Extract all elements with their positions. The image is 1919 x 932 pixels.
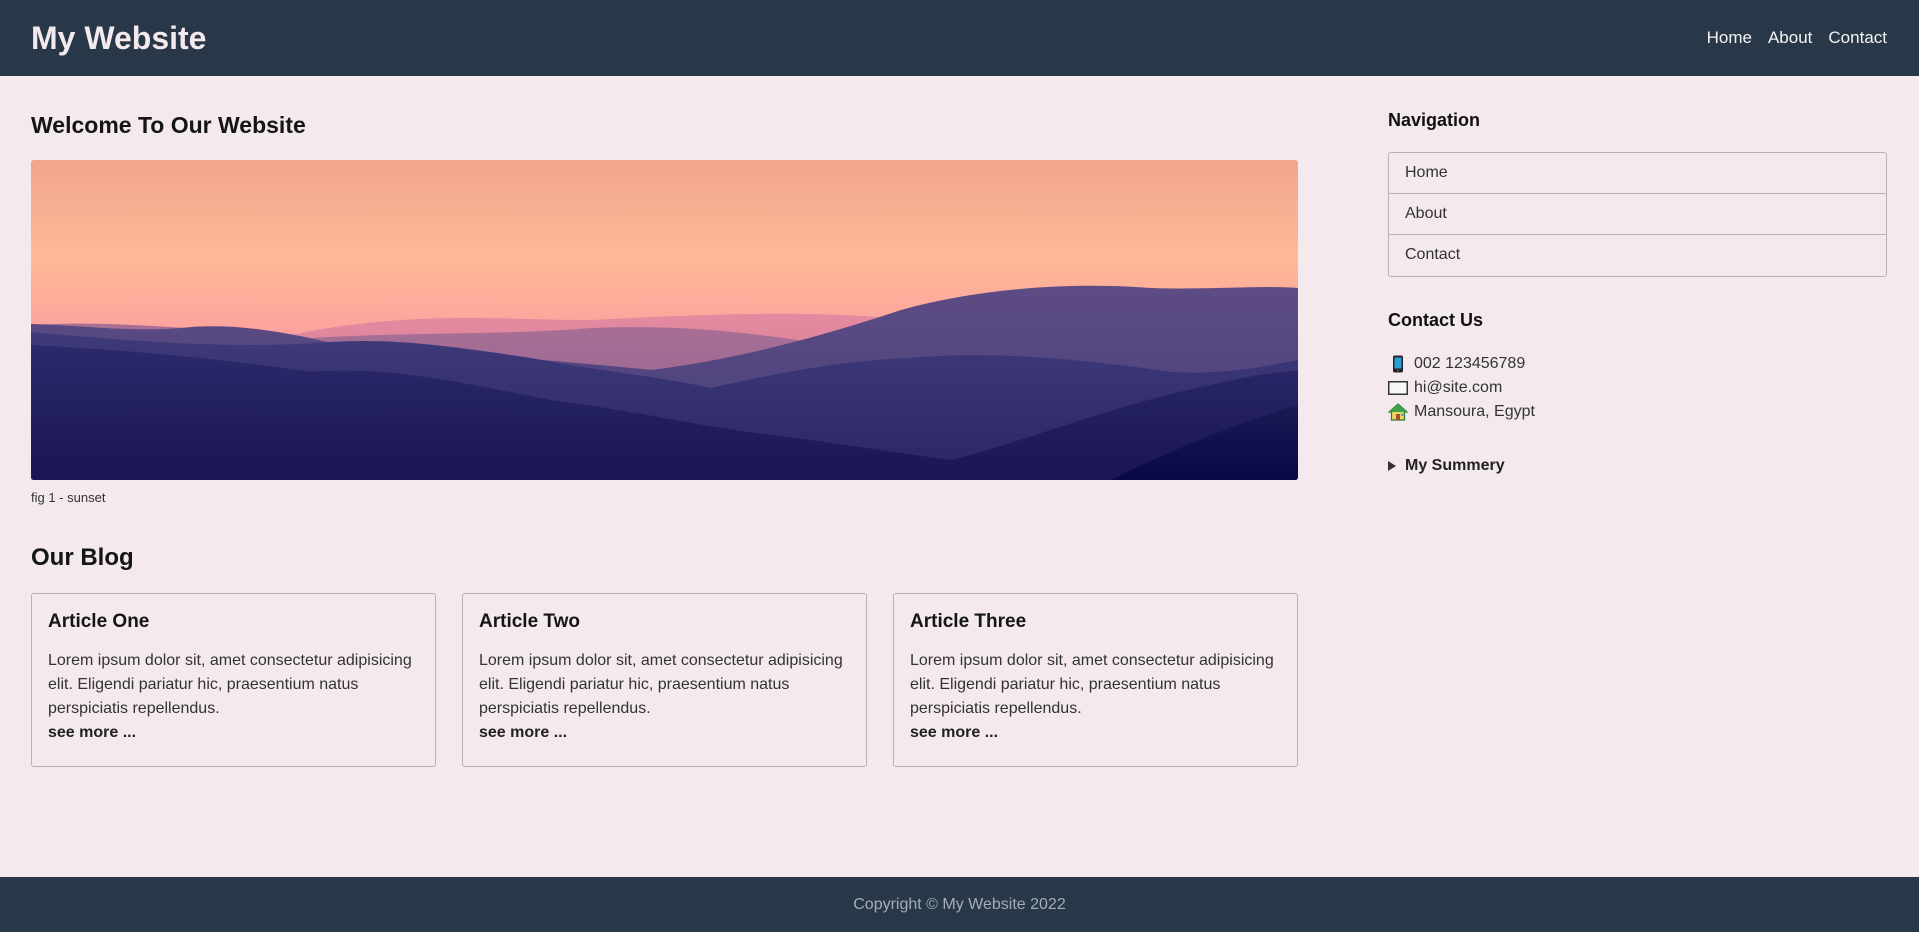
contact-list: 002 123456789 hi@site.com Mansoura, Egyp… xyxy=(1388,352,1535,424)
phone-icon xyxy=(1388,355,1408,373)
blog-title: Our Blog xyxy=(31,544,134,571)
blog-cards: Article One Lorem ipsum dolor sit, amet … xyxy=(31,593,1298,767)
top-nav-home[interactable]: Home xyxy=(1707,28,1752,48)
see-more-link[interactable]: see more ... xyxy=(910,721,1281,745)
sidebar-nav: Home About Contact xyxy=(1388,152,1887,277)
hero-image xyxy=(31,160,1298,480)
sidebar-nav-home[interactable]: Home xyxy=(1389,153,1886,194)
contact-email-text: hi@site.com xyxy=(1414,379,1503,396)
summary-toggle[interactable]: My Summery xyxy=(1388,457,1505,475)
copyright-text: Copyright © My Website 2022 xyxy=(853,895,1066,913)
disclosure-triangle-icon xyxy=(1388,461,1396,471)
top-nav-about[interactable]: About xyxy=(1768,28,1812,48)
contact-email: hi@site.com xyxy=(1388,376,1535,400)
house-icon xyxy=(1388,403,1408,421)
contact-phone-text: 002 123456789 xyxy=(1414,355,1526,372)
sidebar-nav-contact[interactable]: Contact xyxy=(1389,235,1886,276)
see-more-link[interactable]: see more ... xyxy=(48,721,419,745)
contact-address-text: Mansoura, Egypt xyxy=(1414,403,1535,420)
figure-caption: fig 1 - sunset xyxy=(31,490,106,505)
article-title: Article Three xyxy=(910,611,1027,632)
article-body: Lorem ipsum dolor sit, amet consectetur … xyxy=(48,652,412,717)
site-brand[interactable]: My Website xyxy=(31,20,206,57)
site-footer: Copyright © My Website 2022 xyxy=(0,877,1919,932)
article-body: Lorem ipsum dolor sit, amet consectetur … xyxy=(910,652,1274,717)
site-header: My Website Home About Contact xyxy=(0,0,1919,76)
see-more-link[interactable]: see more ... xyxy=(479,721,850,745)
contact-address: Mansoura, Egypt xyxy=(1388,400,1535,424)
top-nav-contact[interactable]: Contact xyxy=(1828,28,1887,48)
article-body: Lorem ipsum dolor sit, amet consectetur … xyxy=(479,652,843,717)
article-title: Article Two xyxy=(479,611,580,632)
top-nav: Home About Contact xyxy=(1707,28,1887,48)
sidebar-nav-about[interactable]: About xyxy=(1389,194,1886,235)
envelope-icon xyxy=(1388,379,1408,397)
article-card: Article One Lorem ipsum dolor sit, amet … xyxy=(31,593,436,767)
page-title: Welcome To Our Website xyxy=(31,112,306,138)
article-card: Article Two Lorem ipsum dolor sit, amet … xyxy=(462,593,867,767)
article-title: Article One xyxy=(48,611,150,632)
contact-phone: 002 123456789 xyxy=(1388,352,1535,376)
sidebar-nav-title: Navigation xyxy=(1388,110,1481,130)
article-card: Article Three Lorem ipsum dolor sit, ame… xyxy=(893,593,1298,767)
summary-label: My Summery xyxy=(1405,457,1505,474)
contact-title: Contact Us xyxy=(1388,310,1484,330)
